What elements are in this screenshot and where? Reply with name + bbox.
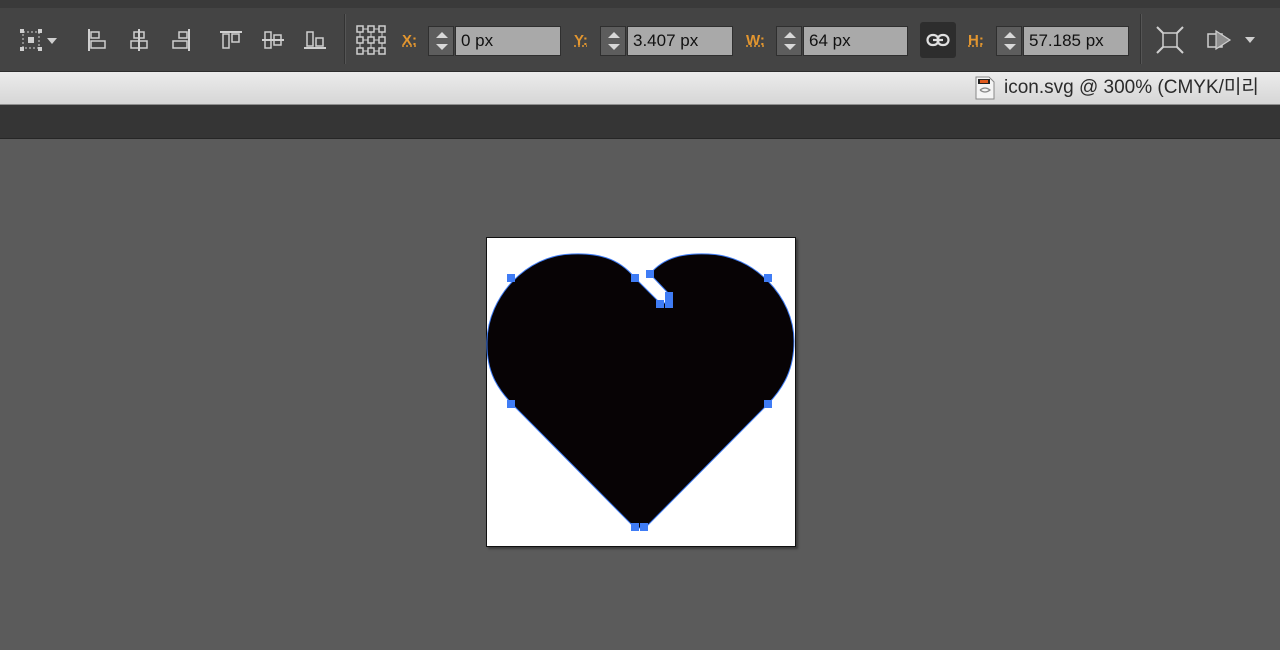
link-icon: [926, 33, 950, 47]
align-bottom-button[interactable]: [302, 20, 328, 60]
w-label: W:: [746, 32, 765, 49]
document-tab-title[interactable]: icon.svg @ 300% (CMYK/미리: [1004, 76, 1259, 100]
reference-point-button[interactable]: [354, 20, 388, 60]
anchor-point[interactable]: [665, 300, 673, 308]
align-top-button[interactable]: [218, 20, 244, 60]
decrement-icon: [784, 44, 796, 50]
align-left-icon: [88, 29, 106, 51]
w-field[interactable]: 64 px: [803, 26, 908, 56]
anchor-point[interactable]: [631, 523, 639, 531]
align-right-button[interactable]: [168, 20, 194, 60]
h-label: H:: [968, 32, 984, 49]
transform-each-button[interactable]: [1154, 20, 1186, 60]
decrement-icon: [608, 44, 620, 50]
w-stepper[interactable]: [776, 26, 802, 56]
toolbar-separator: [344, 14, 345, 64]
svg-file-icon: [975, 76, 995, 100]
heart-shape[interactable]: [486, 237, 796, 547]
y-label: Y:: [574, 32, 588, 49]
isolate-icon: [1207, 29, 1255, 51]
increment-icon: [784, 32, 796, 38]
anchor-point[interactable]: [646, 270, 654, 278]
align-bottom-icon: [304, 31, 326, 49]
constrain-proportions-button[interactable]: [920, 22, 956, 58]
align-right-icon: [172, 29, 190, 51]
h-stepper[interactable]: [996, 26, 1022, 56]
anchor-point[interactable]: [656, 300, 664, 308]
anchor-point[interactable]: [640, 523, 648, 531]
anchor-point[interactable]: [764, 400, 772, 408]
increment-icon: [608, 32, 620, 38]
y-field[interactable]: 3.407 px: [627, 26, 733, 56]
isolate-dropdown[interactable]: [1204, 20, 1260, 60]
x-field[interactable]: 0 px: [455, 26, 561, 56]
control-bar: X: 0 px Y: 3.407 px W: 64 px H: 57.185 p…: [0, 0, 1280, 72]
toolbar-separator: [1140, 14, 1141, 64]
decrement-icon: [1004, 44, 1016, 50]
tab-strip: [0, 105, 1280, 139]
transform-reference-button[interactable]: [18, 20, 60, 60]
x-stepper[interactable]: [428, 26, 454, 56]
align-center-vertical-icon: [262, 31, 284, 49]
reference-point-grid-icon: [356, 25, 386, 55]
anchor-point[interactable]: [665, 292, 673, 300]
transform-reference-icon: [20, 29, 57, 51]
align-center-vertical-button[interactable]: [260, 20, 286, 60]
align-left-button[interactable]: [84, 20, 110, 60]
increment-icon: [1004, 32, 1016, 38]
align-center-horizontal-icon: [130, 29, 148, 51]
anchor-point[interactable]: [507, 400, 515, 408]
anchor-point[interactable]: [507, 274, 515, 282]
control-bar-top-edge: [0, 0, 1280, 8]
anchor-point[interactable]: [631, 274, 639, 282]
transform-each-icon: [1156, 26, 1184, 54]
y-stepper[interactable]: [600, 26, 626, 56]
h-field[interactable]: 57.185 px: [1023, 26, 1129, 56]
align-top-icon: [220, 31, 242, 49]
align-center-horizontal-button[interactable]: [126, 20, 152, 60]
anchor-point[interactable]: [764, 274, 772, 282]
x-label: X:: [402, 32, 417, 49]
increment-icon: [436, 32, 448, 38]
decrement-icon: [436, 44, 448, 50]
